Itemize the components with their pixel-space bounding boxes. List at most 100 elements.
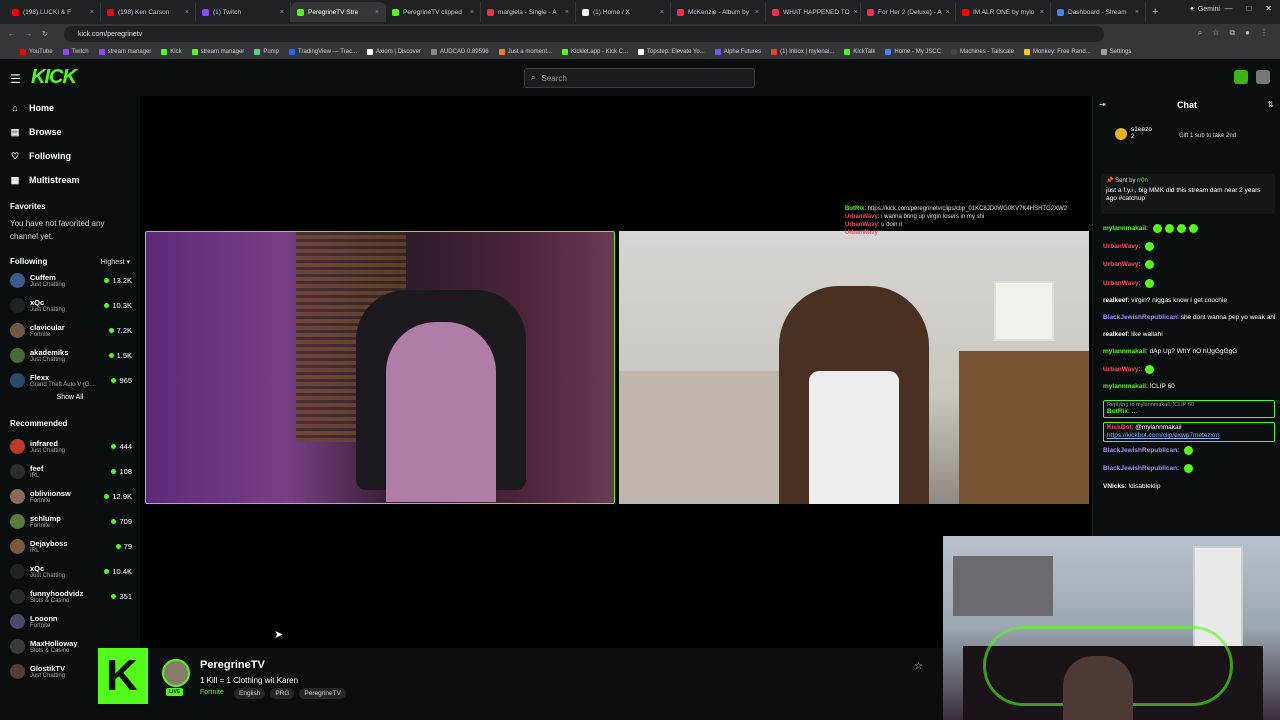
forward-icon[interactable]: → [25,31,32,38]
zoom-icon[interactable]: ⌕ [1198,28,1202,38]
chat-username[interactable]: UrbanWavy [1103,262,1139,269]
bookmark-item[interactable]: Monkey: Free Rand... [1023,48,1091,55]
browser-tab[interactable]: IM ALR ONE by mylo × [956,2,1051,22]
chat-username[interactable]: UrbanWavy [1103,280,1139,287]
tab-close-icon[interactable]: × [660,9,664,16]
channel-row[interactable]: xQc Just Chatting 10.3K [0,293,140,318]
channel-row[interactable]: schlump Fortnite 709 [0,509,140,534]
browser-tab[interactable]: PeregrineTV Stre × [291,2,386,22]
bookmark-item[interactable]: Axiom | Discover [367,48,421,55]
close-icon[interactable]: ✕ [1265,4,1272,13]
bookmark-item[interactable]: Settings [1100,48,1131,55]
chat-username[interactable]: realkeef [1103,297,1128,304]
chat-username[interactable]: mylannmakail [1103,383,1146,390]
browser-tab[interactable]: For Her 2 (Deluxe) - A × [861,2,956,22]
chat-username[interactable]: realkeef [1103,331,1128,338]
bookmark-item[interactable]: stream manager [191,48,244,55]
tab-close-icon[interactable]: × [185,9,189,16]
maximize-icon[interactable]: □ [1246,4,1251,13]
chat-username[interactable]: BlackJewishRepublican [1103,447,1177,454]
channel-row[interactable]: obliviionsw Fortnite 12.9K [0,484,140,509]
hamburger-menu-icon[interactable]: ☰ [10,72,21,86]
chat-username[interactable]: UrbanWavy [1103,243,1139,250]
minimize-icon[interactable]: — [1224,4,1232,13]
browser-tab[interactable]: (1) Twitch × [196,2,291,22]
tab-close-icon[interactable]: × [90,9,94,16]
browser-tab[interactable]: WHAT HAPPENED TO × [766,2,861,22]
bookmark-item[interactable]: TradingView — Trac... [289,48,357,55]
search-input[interactable]: ⌕ Search [524,68,755,88]
bookmark-item[interactable]: AUDCAD 0.89596 [430,48,489,55]
bookmark-item[interactable]: KickTalk [844,48,875,55]
back-icon[interactable]: ← [8,31,15,38]
tab-close-icon[interactable]: × [1040,9,1044,16]
chat-username[interactable]: BlackJewishRepublican [1103,314,1177,321]
bookmark-item[interactable]: Kick [161,48,182,55]
streamer-avatar[interactable] [162,659,190,687]
channel-row[interactable]: xQc Just Chatting 10.4K [0,559,140,584]
channel-row[interactable]: infrared Just Chatting 444 [0,434,140,459]
gemini-button[interactable]: ✦ Gemini [1189,5,1220,14]
sidebar-item-browse[interactable]: ▤ Browse [0,120,140,144]
bookmark-item[interactable]: Pump [254,48,279,55]
stream-category[interactable]: Fortnite [200,689,224,696]
chat-username[interactable]: VNicks [1103,483,1125,490]
profile-avatar-icon[interactable]: ● [1245,28,1250,38]
chat-username[interactable]: BotRix [1107,408,1128,415]
channel-row[interactable]: Dejayboss IRL 79 [0,534,140,559]
stream-tag[interactable]: PeregrineTV [299,688,346,699]
browser-tab[interactable]: (198) LUCKI & F × [6,2,101,22]
notifications-icon[interactable] [1234,70,1248,84]
bookmark-item[interactable]: Just a moment... [498,48,552,55]
user-avatar[interactable] [1256,70,1270,84]
stream-tag[interactable]: PRG [270,688,295,699]
browser-tab[interactable]: (198) Ken Carson × [101,2,196,22]
browser-tab[interactable]: McKenzie - Album by × [671,2,766,22]
menu-dots-icon[interactable]: ⋮ [1260,28,1268,38]
gift-leaderboard[interactable]: s1eezo 2 [1115,126,1152,140]
kick-logo[interactable]: KICK [31,66,77,89]
tab-close-icon[interactable]: × [1135,9,1139,16]
streamer-name[interactable]: PeregrineTV [200,659,265,671]
following-sort-select[interactable]: Highest ▾ [101,258,130,266]
sidebar-item-multistream[interactable]: ▦ Multistream [0,168,140,192]
sidebar-item-following[interactable]: ♡ Following [0,144,140,168]
browser-tab[interactable]: Dashboard - Stream × [1051,2,1146,22]
bookmark-item[interactable]: stream manager [98,48,151,55]
new-tab-icon[interactable]: + [1152,6,1158,18]
stream-tag[interactable]: English [234,688,266,699]
tab-close-icon[interactable]: × [946,9,950,16]
channel-row[interactable]: akademiks Just Chatting 1.5K [0,343,140,368]
gift-sub-button[interactable]: Gift 1 sub to take 2nd [1179,133,1236,139]
reload-icon[interactable]: ↻ [42,30,48,38]
browser-tab[interactable]: margiela - Single - A × [481,2,576,22]
chat-username[interactable]: UrbanWavy [1103,366,1139,373]
channel-row[interactable]: Looonn Fortnite [0,609,140,634]
chat-username[interactable]: mylannmakail [1103,225,1146,232]
extensions-icon[interactable]: ⧉ [1229,28,1235,38]
chat-username[interactable]: mylannmakail [1103,348,1146,355]
bookmark-item[interactable]: YouTube [20,48,53,55]
bookmark-item[interactable]: Kicklet.app - Kick C... [562,48,628,55]
chat-username[interactable]: BlackJewishRepublican [1103,466,1177,473]
channel-row[interactable]: Flexx Grand Theft Auto V (G... 965 [0,368,140,393]
bookmark-item[interactable]: Home - My JSCC [885,48,941,55]
chat-username[interactable]: KickBot [1107,424,1132,431]
channel-row[interactable]: Cuffem Just Chatting 13.2K [0,268,140,293]
channel-row[interactable]: funnyhoodvidz Slots & Casino 351 [0,584,140,609]
url-field[interactable]: kick.com/peregrinetv [64,26,1104,42]
tab-close-icon[interactable]: × [854,9,858,16]
tab-close-icon[interactable]: × [280,9,284,16]
clip-link[interactable]: https://kickbot.com/clip/exwp7metezxm [1107,432,1219,439]
bookmark-item[interactable]: Twitch [62,48,89,55]
tab-close-icon[interactable]: × [755,9,759,16]
bookmark-item[interactable]: Machines - Tailscale [951,48,1014,55]
bookmark-item[interactable]: Topstep: Elevate Yo... [638,48,705,55]
bookmark-item[interactable]: (1) Inbox | mylenai... [771,48,834,55]
sidebar-item-home[interactable]: ⌂ Home [0,96,140,120]
tab-close-icon[interactable]: × [375,9,379,16]
tab-close-icon[interactable]: × [470,9,474,16]
bookmark-item[interactable]: Alpha Futures [714,48,761,55]
tab-close-icon[interactable]: × [565,9,569,16]
favorite-star-icon[interactable]: ☆ [914,661,923,672]
